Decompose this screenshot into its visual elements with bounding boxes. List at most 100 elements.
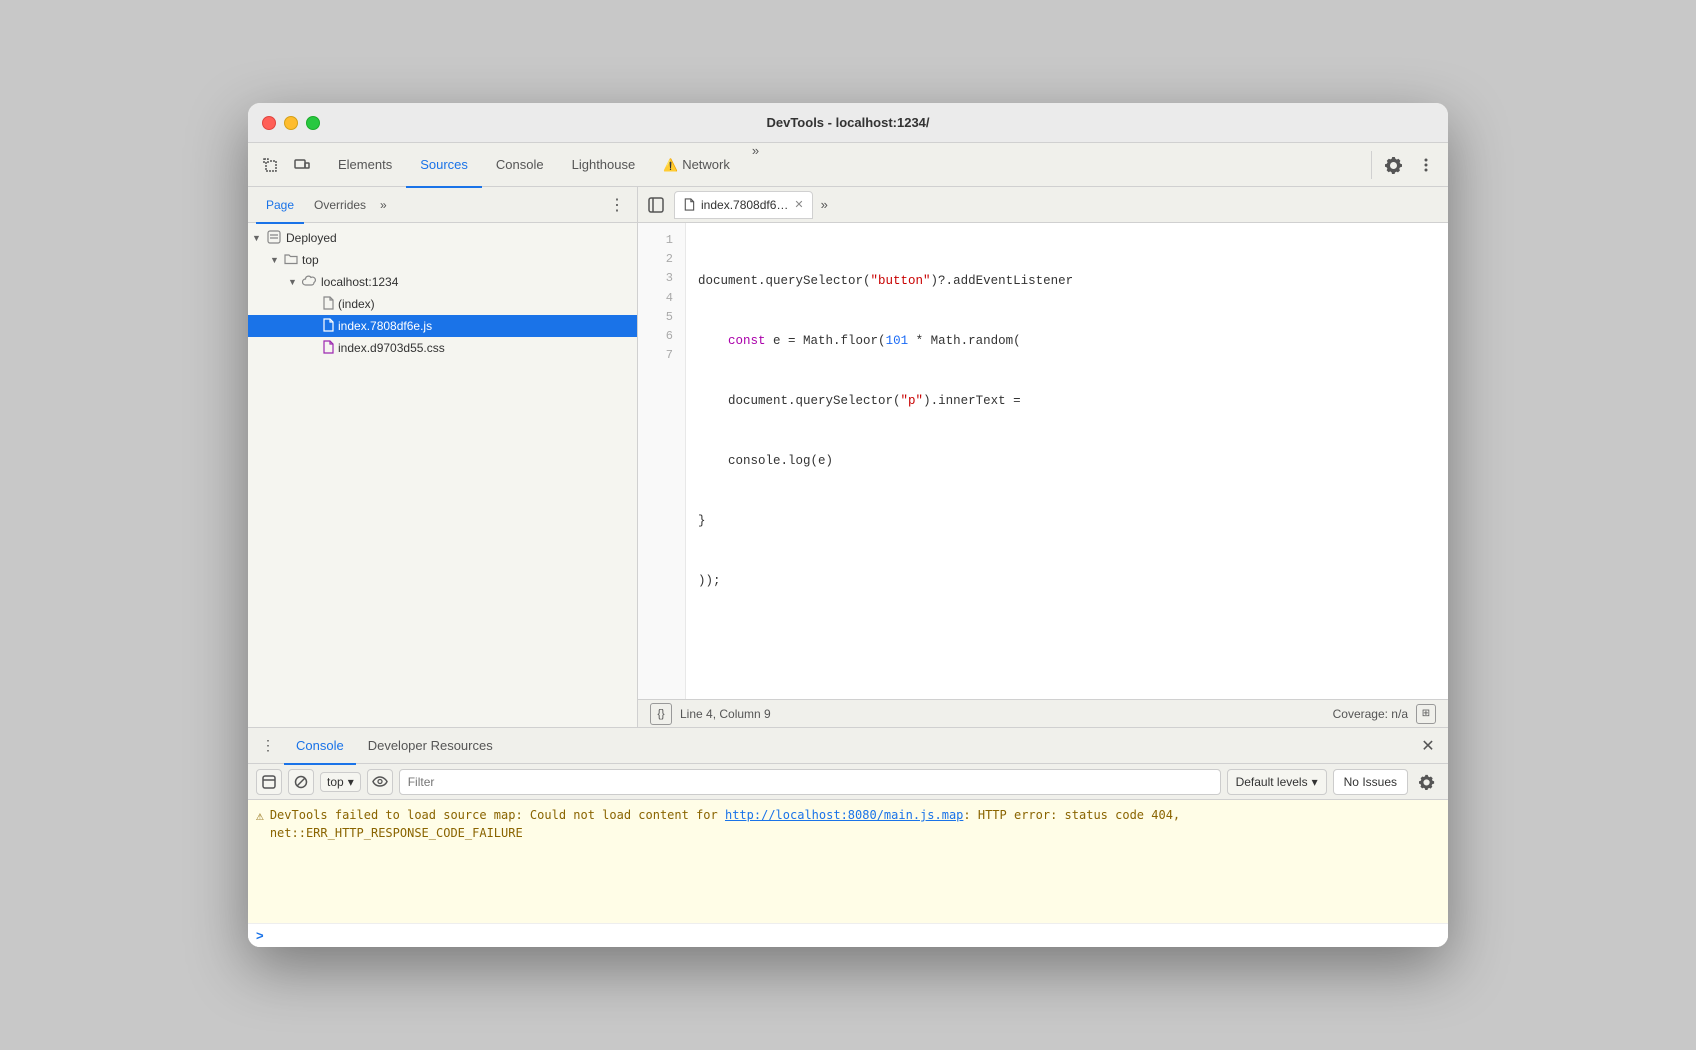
devtools-window: DevTools - localhost:1234/ [248, 103, 1448, 947]
tab-lighthouse[interactable]: Lighthouse [558, 144, 650, 188]
editor-tab-label: index.7808df6… [701, 198, 788, 212]
folder-svg-icon [284, 252, 298, 266]
status-bar: {} Line 4, Column 9 Coverage: n/a ⊞ [638, 699, 1448, 727]
tree-item-index[interactable]: (index) [248, 293, 637, 315]
tree-label-top: top [302, 253, 319, 267]
file-svg-icon [322, 296, 334, 310]
code-content[interactable]: document.querySelector("button")?.addEve… [686, 223, 1448, 699]
source-map-link[interactable]: http://localhost:8080/main.js.map [725, 808, 963, 822]
toolbar-more-btn[interactable]: » [744, 143, 767, 187]
coverage-icon[interactable]: ⊞ [1416, 704, 1436, 724]
file-icon [322, 296, 334, 313]
console-gear-icon [1419, 774, 1435, 790]
console-error-entry: ⚠ DevTools failed to load source map: Co… [256, 806, 1440, 842]
close-button[interactable] [262, 116, 276, 130]
pretty-print-btn[interactable]: {} [650, 703, 672, 725]
prompt-arrow-icon: > [256, 928, 264, 943]
clear-console-icon [262, 775, 276, 789]
top-arrow: ▼ [270, 255, 284, 265]
toolbar-icons [256, 151, 316, 179]
line-numbers: 1 2 3 4 5 6 7 [638, 223, 686, 699]
tab-page[interactable]: Page [256, 188, 304, 224]
left-panel-menu-btn[interactable]: ⋮ [605, 195, 629, 215]
log-levels-btn[interactable]: Default levels ▾ [1227, 769, 1327, 795]
tab-network[interactable]: ⚠️ Network [649, 144, 744, 188]
main-content: Page Overrides » ⋮ ▼ [248, 187, 1448, 727]
context-dropdown-arrow: ▾ [348, 775, 354, 789]
file-tree: ▼ Deployed ▼ [248, 223, 637, 727]
left-tab-more-btn[interactable]: » [380, 198, 387, 212]
editor-tab-file-icon [683, 198, 695, 211]
tab-console[interactable]: Console [482, 144, 558, 188]
bottom-tab-console[interactable]: Console [284, 729, 356, 765]
bottom-panel-close-btn[interactable]: ✕ [1416, 734, 1440, 758]
network-warning-icon: ⚠️ [663, 158, 678, 172]
bottom-tab-dev-resources[interactable]: Developer Resources [356, 729, 505, 765]
context-selector[interactable]: top ▾ [320, 772, 361, 792]
tree-item-top[interactable]: ▼ top [248, 249, 637, 271]
tree-label-localhost: localhost:1234 [321, 275, 398, 289]
localhost-arrow: ▼ [288, 277, 302, 287]
cloud-svg-icon [302, 275, 317, 287]
css-file-icon [322, 340, 334, 357]
line-num-1: 1 [638, 231, 685, 250]
console-filter-input[interactable] [399, 769, 1221, 795]
deployed-svg-icon [266, 229, 282, 245]
left-panel: Page Overrides » ⋮ ▼ [248, 187, 638, 727]
settings-btn[interactable] [1380, 151, 1408, 179]
line-num-4: 4 [638, 289, 685, 308]
line-num-3: 3 [638, 269, 685, 288]
live-expressions-btn[interactable] [367, 769, 393, 795]
console-error-text: DevTools failed to load source map: Coul… [270, 806, 1440, 842]
maximize-button[interactable] [306, 116, 320, 130]
tree-item-localhost[interactable]: ▼ localhost:1234 [248, 271, 637, 293]
code-line-3: document.querySelector("p").innerText = [698, 391, 1436, 411]
right-panel: index.7808df6… ✕ » 1 2 3 4 5 6 7 [638, 187, 1448, 727]
titlebar: DevTools - localhost:1234/ [248, 103, 1448, 143]
console-clear-btn[interactable] [256, 769, 282, 795]
cursor-position: Line 4, Column 9 [680, 707, 771, 721]
cursor-icon-btn[interactable] [256, 151, 284, 179]
editor-tab-close-btn[interactable]: ✕ [794, 198, 803, 211]
minimize-button[interactable] [284, 116, 298, 130]
bottom-tabs: Console Developer Resources [284, 728, 505, 764]
tab-elements[interactable]: Elements [324, 144, 406, 188]
editor-tab-more-btn[interactable]: » [815, 197, 834, 212]
line-num-6: 6 [638, 327, 685, 346]
tree-label-deployed: Deployed [286, 231, 337, 245]
line-num-2: 2 [638, 250, 685, 269]
sidebar-toggle-btn[interactable] [642, 191, 670, 219]
folder-icon [284, 252, 298, 269]
bottom-menu-btn[interactable]: ⋮ [256, 734, 280, 758]
editor-tabs: index.7808df6… ✕ » [638, 187, 1448, 223]
sidebar-toggle-icon [648, 197, 664, 213]
tree-item-deployed[interactable]: ▼ Deployed [248, 227, 637, 249]
editor-tab-index-js[interactable]: index.7808df6… ✕ [674, 191, 813, 219]
deployed-arrow: ▼ [252, 233, 266, 243]
js-file-svg-icon [322, 318, 334, 332]
responsive-icon-btn[interactable] [288, 151, 316, 179]
console-output: ⚠ DevTools failed to load source map: Co… [248, 800, 1448, 923]
console-prohibit-btn[interactable] [288, 769, 314, 795]
warning-triangle-icon: ⚠ [256, 807, 264, 827]
tree-label-index-css: index.d9703d55.css [338, 341, 445, 355]
tree-item-index-css[interactable]: index.d9703d55.css [248, 337, 637, 359]
bottom-panel: ⋮ Console Developer Resources ✕ [248, 727, 1448, 947]
status-bar-right: Coverage: n/a ⊞ [1333, 704, 1436, 724]
levels-dropdown-arrow: ▾ [1312, 775, 1318, 789]
tab-overrides[interactable]: Overrides [304, 188, 376, 224]
bottom-toolbar: ⋮ Console Developer Resources ✕ [248, 728, 1448, 764]
cursor-icon [262, 157, 278, 173]
console-prompt[interactable]: > [248, 923, 1448, 947]
line-num-7: 7 [638, 346, 685, 365]
tab-sources[interactable]: Sources [406, 144, 482, 188]
line-num-5: 5 [638, 308, 685, 327]
left-panel-tabs: Page Overrides » ⋮ [248, 187, 637, 223]
window-title: DevTools - localhost:1234/ [766, 115, 929, 130]
tree-item-index-js[interactable]: index.7808df6e.js [248, 315, 637, 337]
css-file-svg-icon [322, 340, 334, 354]
top-toolbar: Elements Sources Console Lighthouse ⚠️ N… [248, 143, 1448, 187]
console-settings-btn[interactable] [1414, 769, 1440, 795]
no-issues-btn[interactable]: No Issues [1333, 769, 1408, 795]
more-options-btn[interactable] [1412, 151, 1440, 179]
